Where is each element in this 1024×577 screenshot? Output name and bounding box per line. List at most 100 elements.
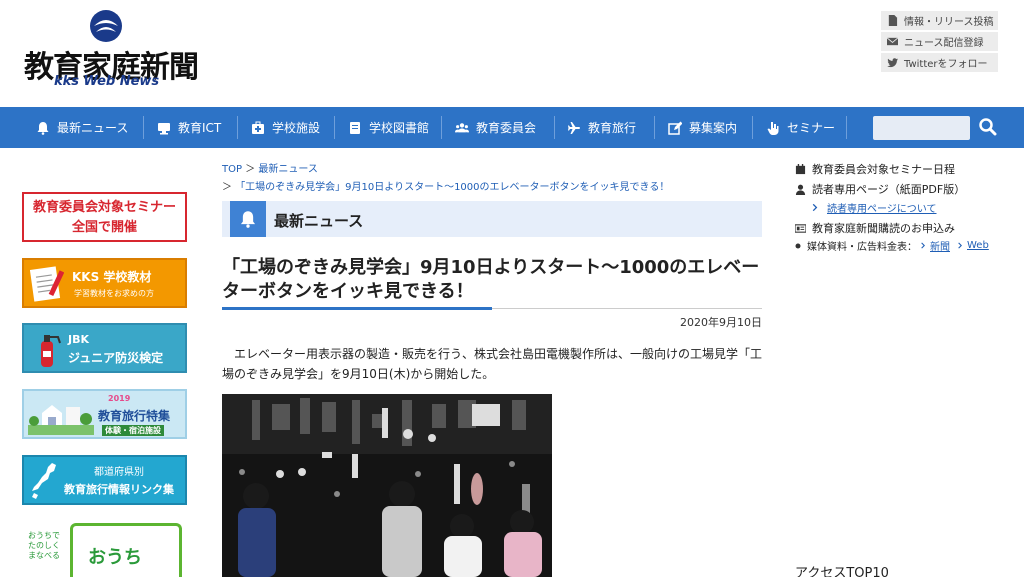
pref-banner-line1: 都道府県別 [94,467,144,478]
top-link-label: Twitterをフォロー [904,59,988,70]
search-input[interactable] [873,116,970,140]
document-icon [888,15,898,26]
nav-divider [143,116,144,139]
site-logo[interactable]: 教育家庭新聞 kks Web News [24,8,199,92]
nav-item-label: 募集案内 [689,121,738,135]
nav-item-school-trip[interactable]: 教育旅行 [567,107,636,148]
monitor-icon [158,122,170,134]
news-subscribe-link[interactable]: ニュース配信登録 [881,32,998,51]
nav-item-ict[interactable]: 教育ICT [157,107,221,148]
breadcrumb-current-label[interactable]: 「工場のぞきみ見学会」9月10日よりスタート〜1000のエレベーターボタンをイッ… [235,182,669,193]
nav-divider [752,116,753,139]
nav-item-label: 教育ICT [178,121,222,135]
subscribe-label: 教育家庭新聞購読のお申込み [812,222,955,235]
access-top10-heading: アクセスTOP10 [795,566,889,577]
site-header: 教育家庭新聞 kks Web News 情報・リリース投稿 ニュース配信登録 T… [0,0,1024,107]
prefecture-links-banner[interactable]: 都道府県別 教育旅行情報リンク集 [22,455,187,505]
notebook-icon [30,266,64,302]
bullet-icon [795,243,801,248]
subscribe-link[interactable]: 教育家庭新聞購読のお申込み [795,220,955,236]
elevator-buttons-photo [222,394,552,577]
top-link-label: ニュース配信登録 [904,38,984,49]
breadcrumb-separator: ＞ [245,164,259,175]
breadcrumb-current: ＞ 「工場のぞきみ見学会」9月10日よりスタート〜1000のエレベーターボタンを… [222,178,669,193]
nav-divider [846,116,847,139]
fire-extinguisher-icon [41,335,61,367]
article-photo[interactable] [222,394,552,577]
nav-item-seminar[interactable]: セミナー [766,107,835,148]
japan-map-icon [32,463,56,499]
newspaper-icon [795,223,806,233]
bell-icon [37,121,49,135]
nav-item-latest-news[interactable]: 最新ニュース [36,107,128,148]
nav-item-label: 教育旅行 [588,121,637,135]
search-icon[interactable] [978,117,998,137]
nav-item-label: 教育委員会 [476,121,537,135]
submit-release-link[interactable]: 情報・リリース投稿 [881,11,998,30]
nav-divider [237,116,238,139]
reader-page-about-label: 読者専用ページについて [827,204,937,215]
buildings-illustration [28,405,94,435]
nav-item-label: 学校図書館 [369,121,430,135]
nav-item-school-facilities[interactable]: 学校施設 [251,107,320,148]
nav-divider [441,116,442,139]
twitter-icon [887,58,898,68]
nav-item-board-of-education[interactable]: 教育委員会 [455,107,536,148]
nav-item-recruitment[interactable]: 募集案内 [668,107,737,148]
seminar-banner-line2: 全国で開催 [71,220,137,235]
school-trip-feature-banner[interactable]: 2019 教育旅行特集 体験・宿泊施設 [22,389,187,439]
seminar-banner[interactable]: 教育委員会対象セミナー 全国で開催 [22,192,187,242]
ouchi-learning-banner[interactable]: おうちで たのしく まなべる おうち [22,521,187,577]
tour-banner-year: 2019 [108,394,131,403]
main-nav: 最新ニュース 教育ICT 学校施設 学校図書館 教育委員会 教育旅行 募集案内 … [0,107,1024,148]
nav-item-school-library[interactable]: 学校図書館 [348,107,429,148]
article-title: 「工場のぞきみ見学会」9月10日よりスタート〜1000のエレベーターボタンをイッ… [222,257,760,302]
reader-page-label: 読者専用ページ（紙面PDF版） [812,183,966,196]
media-kit-label: 媒体資料・広告料金表： [807,242,917,253]
bell-icon [240,211,256,228]
calendar-icon [795,163,806,174]
junior-disaster-test-banner[interactable]: JBK ジュニア防災検定 [22,323,187,373]
nav-divider [554,116,555,139]
section-title: 最新ニュース [274,212,364,230]
jbk-banner-line2: ジュニア防災検定 [68,351,164,365]
kks-materials-banner[interactable]: KKS 学校教材 学習教材をお求めの方 [22,258,187,308]
article-date: 2020年9月10日 [680,316,762,329]
top-link-label: 情報・リリース投稿 [904,17,994,28]
nav-divider [654,116,655,139]
twitter-follow-link[interactable]: Twitterをフォロー [881,53,998,72]
ouchi-banner-title: おうち [88,547,142,568]
chevron-right-icon [812,203,818,212]
breadcrumb-home-link[interactable]: TOP [222,164,242,175]
ouchi-banner-side-text: おうちで たのしく まなべる [28,531,60,560]
nav-item-label: 最新ニュース [57,121,129,135]
media-kit-row: 媒体資料・広告料金表： 新聞 Web [795,238,989,253]
edit-icon [668,121,682,135]
media-kit-web-link[interactable]: Web [967,240,989,251]
hand-icon [767,121,779,135]
mail-icon [887,37,898,46]
breadcrumb: TOP ＞ 最新ニュース [222,160,318,175]
reader-page-about-link[interactable]: 読者専用ページについて [810,200,937,215]
chevron-right-icon [958,242,962,249]
reader-page-link[interactable]: 読者専用ページ（紙面PDF版） [795,181,965,197]
article-body: エレベーター用表示器の製造・販売を行う、株式会社島田電機製作所は、一般向けの工場… [222,347,763,381]
first-aid-icon [252,121,264,134]
chevron-right-icon [921,242,925,249]
title-underline-accent [222,307,492,310]
plane-icon [568,121,580,134]
top-links: 情報・リリース投稿 ニュース配信登録 Twitterをフォロー [881,11,998,74]
kks-banner-title: KKS 学校教材 [72,270,152,284]
title-underline [492,308,762,309]
media-kit-news-link[interactable]: 新聞 [930,238,950,253]
section-icon-box [230,201,266,237]
breadcrumb-section-link[interactable]: 最新ニュース [258,164,318,175]
logo-emblem-icon [90,10,122,42]
nav-item-label: セミナー [787,121,836,135]
tour-banner-subtitle: 体験・宿泊施設 [102,425,164,436]
logo-subtitle: kks Web News [54,74,160,89]
pref-banner-line2: 教育旅行情報リンク集 [64,483,174,496]
jbk-banner-line1: JBK [68,333,90,346]
seminar-schedule-label: 教育委員会対象セミナー日程 [812,163,955,176]
seminar-schedule-link[interactable]: 教育委員会対象セミナー日程 [795,161,955,177]
